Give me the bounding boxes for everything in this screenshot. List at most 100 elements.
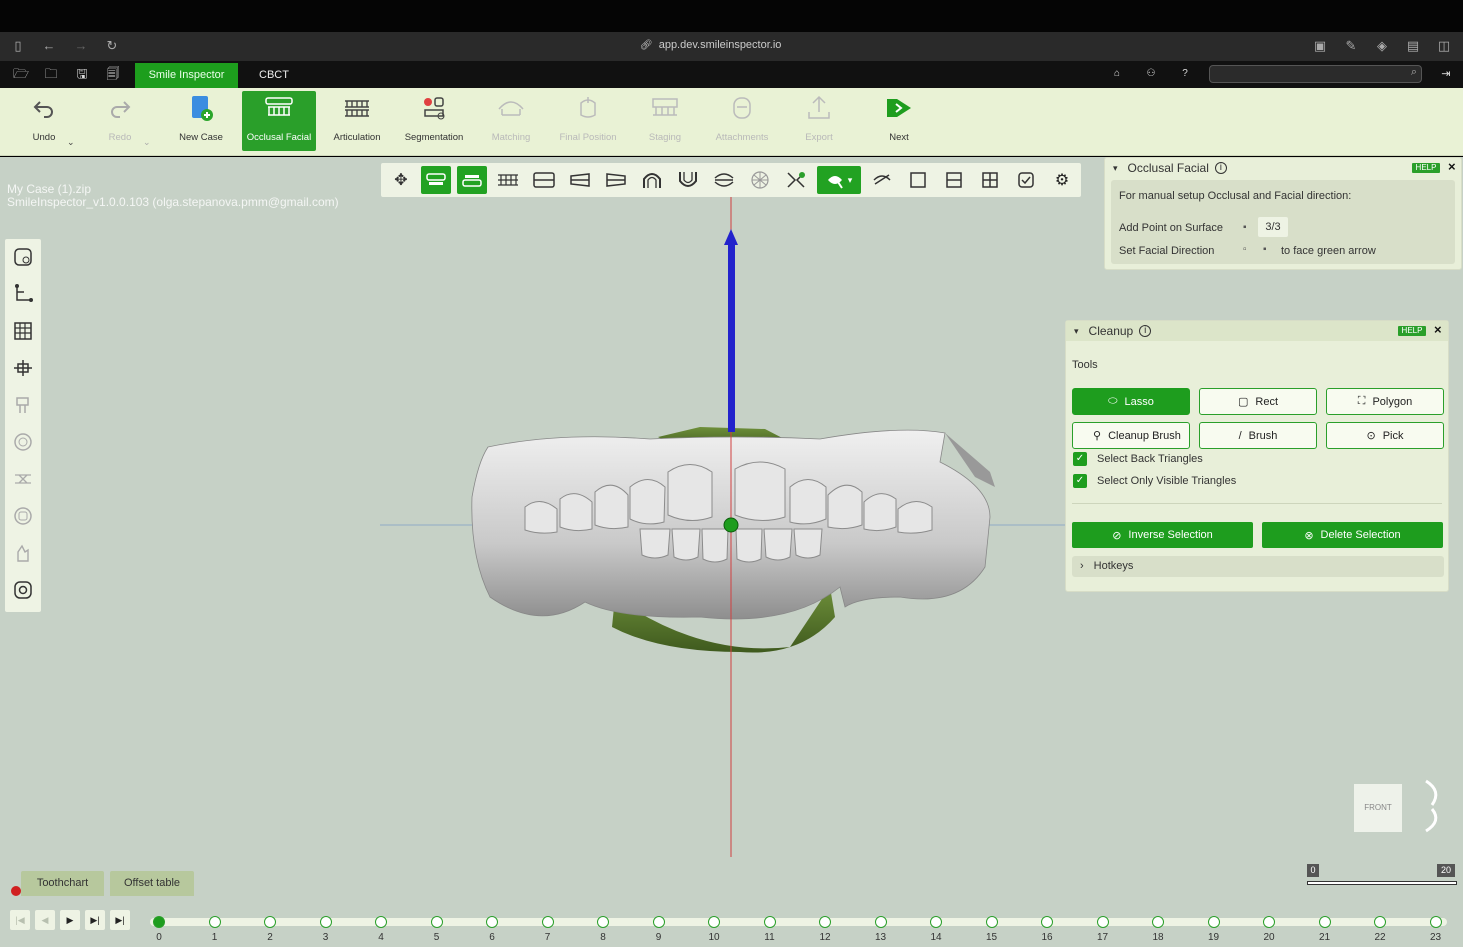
segmentation-button[interactable]: Segmentation bbox=[397, 91, 471, 151]
view-left[interactable] bbox=[565, 166, 595, 194]
occlusal-facial-button[interactable]: Occlusal Facial bbox=[242, 91, 316, 151]
play-button[interactable]: ▶ bbox=[60, 910, 80, 930]
timeline-stage-dot[interactable] bbox=[486, 916, 498, 928]
upper-jaw-toggle[interactable] bbox=[421, 166, 451, 194]
info-icon[interactable]: i bbox=[1214, 162, 1227, 174]
view-cube[interactable]: FRONT bbox=[1354, 784, 1402, 832]
view-arch[interactable] bbox=[637, 166, 667, 194]
last-stage-button[interactable]: ▶| bbox=[110, 910, 130, 930]
pen-icon[interactable]: ✎ bbox=[1343, 38, 1359, 54]
timeline-stage-dot[interactable] bbox=[1374, 916, 1386, 928]
timeline-stage-dot[interactable] bbox=[763, 916, 776, 928]
timeline-stage-dot[interactable] bbox=[1207, 916, 1220, 928]
next-button[interactable]: Next bbox=[862, 91, 936, 151]
matching-button[interactable]: Matching bbox=[474, 91, 548, 151]
timeline-stage-dot[interactable] bbox=[319, 916, 332, 928]
undo-chevron-down-icon[interactable]: ⌄ bbox=[67, 137, 75, 148]
left-tool-4[interactable] bbox=[8, 353, 38, 383]
left-tool-1[interactable] bbox=[8, 242, 38, 272]
attachments-button[interactable]: Attachments bbox=[705, 91, 779, 151]
settings-button[interactable]: ⚙ bbox=[1047, 166, 1077, 194]
lasso-button[interactable]: ⬭ Lasso bbox=[1072, 388, 1190, 415]
open-file-icon[interactable]: 🗀︎ bbox=[42, 66, 60, 82]
rotate-arrows-icon[interactable] bbox=[1418, 775, 1448, 837]
validate-button[interactable] bbox=[1011, 166, 1041, 194]
prev-stage-button[interactable]: ◀ bbox=[35, 910, 55, 930]
articulation-button[interactable]: Articulation bbox=[320, 91, 394, 151]
layout-single[interactable] bbox=[903, 166, 933, 194]
tab-smile-inspector[interactable]: Smile Inspector bbox=[135, 63, 238, 88]
left-tool-8[interactable] bbox=[8, 501, 38, 531]
timeline-stage-dot[interactable] bbox=[1152, 916, 1164, 928]
polygon-button[interactable]: ⛶ Polygon bbox=[1326, 388, 1444, 415]
timeline-stage-dot[interactable] bbox=[541, 916, 554, 928]
view-occlusion[interactable] bbox=[529, 166, 559, 194]
tab-cbct[interactable]: CBCT bbox=[248, 63, 300, 88]
back-icon[interactable]: ← bbox=[41, 38, 57, 54]
move-tool[interactable]: ✥ bbox=[386, 166, 416, 194]
timeline-stage-dot[interactable] bbox=[1096, 916, 1109, 928]
selection-mode-dropdown[interactable]: ▾ bbox=[817, 166, 861, 194]
inverse-selection-button[interactable]: ⊘ Inverse Selection bbox=[1072, 522, 1253, 548]
hide-tool[interactable] bbox=[867, 166, 897, 194]
close-icon[interactable]: × bbox=[1434, 322, 1442, 337]
tab-toothchart[interactable]: Toothchart bbox=[21, 871, 104, 896]
timeline-stage-dot[interactable] bbox=[652, 916, 665, 928]
timeline-stage-dot[interactable] bbox=[985, 916, 998, 928]
left-tool-2[interactable] bbox=[8, 279, 38, 309]
pick-button[interactable]: ⊙ Pick bbox=[1326, 422, 1444, 449]
save-icon[interactable]: 🖫︎ bbox=[73, 66, 91, 82]
final-position-button[interactable]: Final Position bbox=[551, 91, 625, 151]
timeline-track[interactable] bbox=[150, 918, 1447, 926]
3d-viewport[interactable]: My Case (1).zip SmileInspector_v1.0.0.10… bbox=[0, 157, 1463, 947]
undo-button[interactable]: Undo ⌄ bbox=[7, 91, 81, 151]
left-tool-6[interactable] bbox=[8, 427, 38, 457]
layout-split[interactable] bbox=[939, 166, 969, 194]
home-icon[interactable]: ⌂ bbox=[1108, 66, 1126, 82]
delete-selection-button[interactable]: ⊗ Delete Selection bbox=[1262, 522, 1443, 548]
help-badge[interactable]: HELP bbox=[1398, 326, 1426, 336]
export-button[interactable]: Export bbox=[782, 91, 856, 151]
left-tool-10[interactable] bbox=[8, 575, 38, 605]
timeline-stage-dot[interactable] bbox=[1263, 916, 1275, 928]
open-folder-icon[interactable]: 🗁︎ bbox=[12, 66, 30, 82]
left-tool-7[interactable] bbox=[8, 464, 38, 494]
new-case-button[interactable]: New Case bbox=[164, 91, 238, 151]
view-front[interactable] bbox=[709, 166, 739, 194]
left-tool-3[interactable] bbox=[8, 316, 38, 346]
address-bar[interactable]: 🔗︎ app.dev.smileinspector.io bbox=[640, 39, 840, 51]
split-view-icon[interactable]: ◫ bbox=[1436, 38, 1452, 54]
close-icon[interactable]: × bbox=[1448, 159, 1456, 174]
help-icon[interactable]: ? bbox=[1176, 66, 1194, 82]
timeline-stage-dot[interactable] bbox=[1429, 916, 1442, 928]
timeline-stage-dot[interactable] bbox=[153, 916, 165, 928]
timeline-stage-dot[interactable] bbox=[819, 916, 831, 928]
zoom-slider[interactable] bbox=[1307, 881, 1457, 885]
help-badge[interactable]: HELP bbox=[1412, 163, 1440, 173]
left-tool-5[interactable] bbox=[8, 390, 38, 420]
timeline-stage-dot[interactable] bbox=[264, 916, 276, 928]
timeline-stage-dot[interactable] bbox=[375, 916, 387, 928]
timeline-stage-dot[interactable] bbox=[874, 916, 887, 928]
view-segment[interactable] bbox=[781, 166, 811, 194]
select-back-triangles-checkbox[interactable]: ✓ bbox=[1073, 452, 1087, 466]
collapse-chevron-icon[interactable]: ▾ bbox=[1074, 326, 1079, 337]
cleanup-brush-button[interactable]: ⚲ Cleanup Brush bbox=[1072, 422, 1190, 449]
staging-button[interactable]: Staging bbox=[628, 91, 702, 151]
sidebar-toggle-icon[interactable]: ▯ bbox=[10, 38, 26, 54]
view-right[interactable] bbox=[601, 166, 631, 194]
view-lower-arch[interactable] bbox=[673, 166, 703, 194]
timeline-stage-dot[interactable] bbox=[1318, 916, 1331, 928]
users-icon[interactable]: ⚇ bbox=[1142, 66, 1160, 82]
timeline-stage-dot[interactable] bbox=[930, 916, 942, 928]
view-both-jaws[interactable] bbox=[493, 166, 523, 194]
tab-offset-table[interactable]: Offset table bbox=[110, 871, 194, 896]
occlusal-facial-header[interactable]: ▾ Occlusal Facial i HELP × bbox=[1105, 158, 1461, 178]
redo-button[interactable]: Redo ⌄ bbox=[83, 91, 157, 151]
timeline-stage-dot[interactable] bbox=[597, 916, 609, 928]
redo-chevron-down-icon[interactable]: ⌄ bbox=[143, 137, 151, 148]
layout-quad[interactable] bbox=[975, 166, 1005, 194]
forward-icon[interactable]: → bbox=[73, 38, 89, 54]
brush-button[interactable]: / Brush bbox=[1199, 422, 1317, 449]
rect-button[interactable]: ▢ Rect bbox=[1199, 388, 1317, 415]
